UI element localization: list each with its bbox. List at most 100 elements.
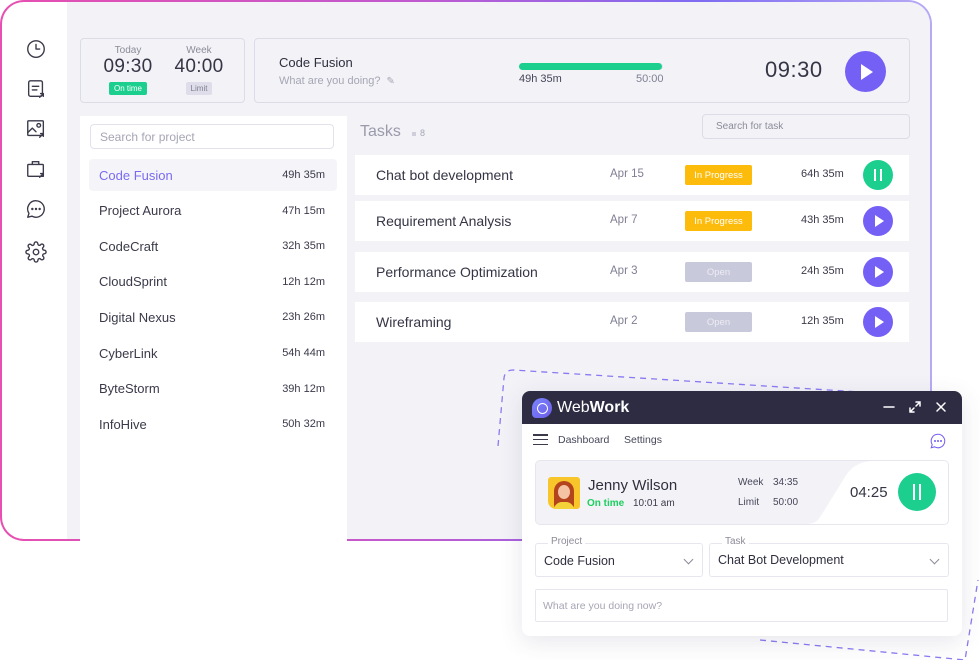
today-label: Today — [114, 45, 142, 56]
status-badge: In Progress — [685, 211, 752, 231]
project-item[interactable]: Digital Nexus 23h 26m — [89, 301, 337, 333]
pause-icon — [874, 169, 882, 181]
activity-note[interactable]: What are you doing? ✎ — [279, 75, 395, 87]
project-name: CloudSprint — [99, 274, 167, 290]
gear-icon[interactable] — [22, 238, 50, 266]
time-summary: Today 09:30 On time Week 40:00 Limit — [80, 38, 245, 103]
chat-icon[interactable] — [929, 432, 947, 450]
progress-bar — [519, 63, 663, 70]
project-name: ByteStorm — [99, 381, 160, 397]
status-badge: Open — [685, 312, 752, 332]
week-value: 34:35 — [773, 477, 799, 488]
project-time: 54h 44m — [282, 347, 325, 359]
project-time: 47h 15m — [282, 204, 325, 217]
play-icon — [861, 63, 873, 80]
pause-task-button[interactable] — [863, 160, 893, 190]
task-date: Apr 7 — [610, 214, 638, 226]
start-task-button[interactable] — [863, 307, 893, 337]
project-item[interactable]: CyberLink 54h 44m — [89, 337, 337, 369]
pencil-icon[interactable]: ✎ — [387, 76, 395, 87]
project-item[interactable]: CloudSprint 12h 12m — [89, 266, 337, 298]
project-list-panel: Code Fusion 49h 35m Project Aurora 47h 15m C… — [80, 116, 347, 546]
play-icon — [874, 266, 884, 278]
running-timer: 04:25 — [850, 484, 888, 501]
clock-in-time: 10:01 am — [633, 498, 675, 509]
week-stat: Week 40:00 Limit — [164, 45, 234, 96]
task-name: Requirement Analysis — [376, 213, 512, 229]
nav-settings[interactable]: Settings — [624, 434, 662, 446]
close-icon — [936, 402, 946, 412]
avatar — [548, 477, 580, 509]
user-status: On time — [587, 498, 625, 509]
limit-value: 50:00 — [773, 497, 799, 508]
project-select-value: Code Fusion — [544, 554, 615, 568]
activity-input[interactable] — [535, 589, 948, 622]
start-task-button[interactable] — [863, 206, 893, 236]
project-time: 50h 32m — [282, 418, 325, 431]
user-card: Jenny Wilson On time 10:01 am Week 34:35… — [535, 460, 949, 525]
week-label: Week — [186, 45, 212, 56]
project-item[interactable]: CodeCraft 32h 35m — [89, 230, 337, 262]
pause-icon — [913, 484, 921, 500]
project-item[interactable]: ByteStorm 39h 12m — [89, 373, 337, 405]
play-icon — [874, 215, 884, 227]
task-name: Chat bot development — [376, 167, 513, 183]
week-label: Week — [738, 477, 764, 488]
activity-placeholder: What are you doing? — [279, 75, 381, 87]
task-date: Apr 2 — [610, 315, 638, 327]
project-name: CodeCraft — [99, 238, 159, 254]
project-item[interactable]: InfoHive 50h 32m — [89, 408, 337, 440]
briefcase-icon[interactable] — [22, 155, 50, 183]
project-name: CyberLink — [99, 345, 158, 361]
pause-timer-button[interactable] — [898, 473, 936, 511]
task-duration: 12h 35m — [801, 315, 844, 327]
status-badge: In Progress — [685, 165, 752, 185]
project-time: 12h 12m — [282, 275, 325, 288]
project-name: InfoHive — [99, 416, 147, 432]
project-name: Digital Nexus — [99, 309, 176, 325]
tasks-count: 8 — [412, 128, 425, 138]
minimize-button[interactable] — [879, 397, 899, 417]
project-time: 49h 35m — [282, 169, 325, 181]
task-duration: 43h 35m — [801, 214, 844, 226]
expand-button[interactable] — [905, 397, 925, 417]
project-item[interactable]: Code Fusion 49h 35m — [89, 159, 337, 191]
status-badge: Open — [685, 262, 752, 282]
webwork-logo-icon — [532, 398, 552, 418]
project-time: 23h 26m — [282, 311, 325, 324]
project-item[interactable]: Project Aurora 47h 15m — [89, 195, 337, 227]
task-duration: 24h 35m — [801, 265, 844, 277]
minimize-icon — [883, 406, 895, 408]
start-task-button[interactable] — [863, 257, 893, 287]
sidebar — [2, 2, 67, 539]
task-row[interactable]: Chat bot development Apr 15 In Progress … — [355, 155, 909, 195]
project-search-input[interactable] — [90, 124, 334, 149]
menu-icon[interactable] — [533, 434, 548, 445]
project-time: 32h 35m — [282, 240, 325, 253]
image-report-icon[interactable] — [22, 115, 50, 143]
task-select-label: Task — [722, 536, 749, 547]
project-name: Project Aurora — [99, 203, 182, 219]
task-row[interactable]: Performance Optimization Apr 3 Open 24h … — [355, 252, 909, 292]
expand-icon — [909, 401, 921, 413]
project-select[interactable]: Project Code Fusion — [535, 536, 703, 577]
close-button[interactable] — [931, 397, 951, 417]
report-icon[interactable] — [22, 75, 50, 103]
task-search-input[interactable] — [702, 114, 910, 139]
start-timer-button[interactable] — [845, 51, 886, 92]
tasks-heading: Tasks — [360, 123, 401, 140]
clock-icon[interactable] — [22, 35, 50, 63]
task-date: Apr 3 — [610, 265, 638, 277]
widget-titlebar: WebWork — [522, 391, 962, 424]
task-date: Apr 15 — [610, 168, 644, 180]
task-row[interactable]: Requirement Analysis Apr 7 In Progress 4… — [355, 201, 909, 241]
week-value: 40:00 — [174, 56, 224, 77]
webwork-brand: WebWork — [557, 399, 630, 416]
widget-nav: Dashboard Settings — [522, 424, 962, 454]
nav-dashboard[interactable]: Dashboard — [558, 434, 609, 446]
chat-icon[interactable] — [22, 195, 50, 223]
current-project-title: Code Fusion — [279, 55, 353, 70]
task-select[interactable]: Task Chat Bot Development — [709, 536, 949, 577]
task-row[interactable]: Wireframing Apr 2 Open 12h 35m — [355, 302, 909, 342]
on-time-badge: On time — [108, 82, 147, 95]
